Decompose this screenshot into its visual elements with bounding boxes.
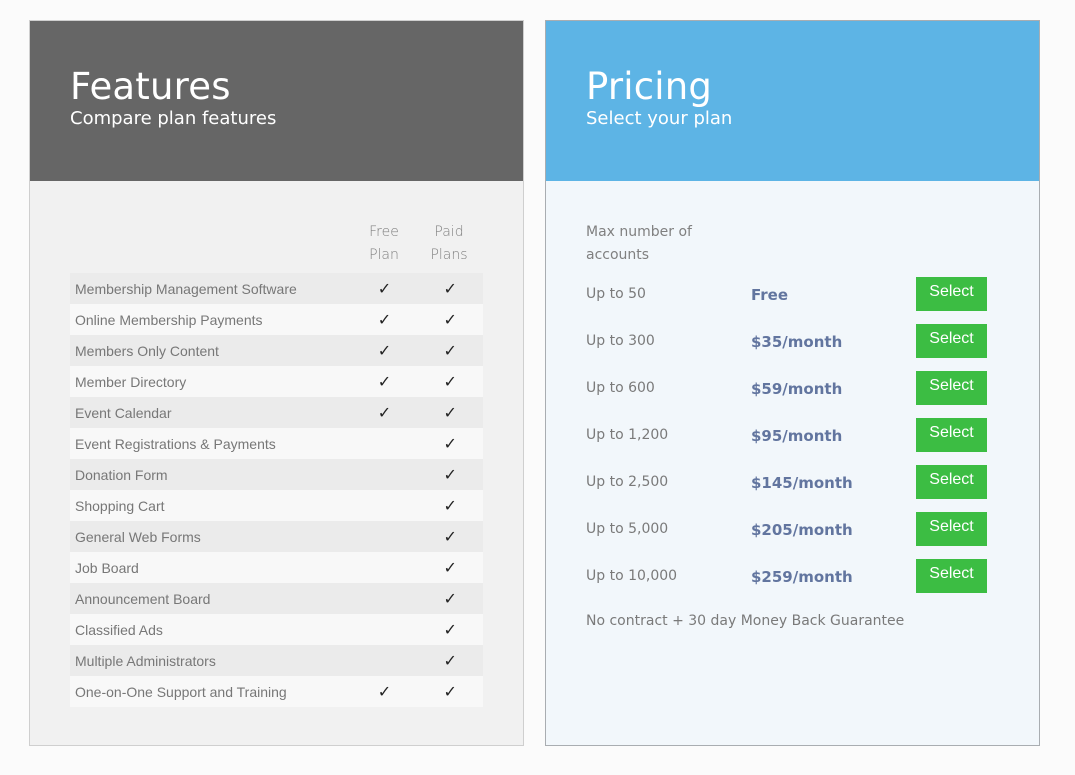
feature-name: Members Only Content — [75, 342, 219, 359]
plan-price: $59/month — [751, 380, 843, 398]
feature-row: Membership Management Software ✓ ✓ — [70, 273, 483, 304]
check-icon: ✓ — [443, 497, 457, 515]
feature-row: Multiple Administrators ✓ — [70, 645, 483, 676]
column-header-free-plan: Free Plan — [355, 221, 413, 271]
features-subtitle: Compare plan features — [70, 108, 277, 129]
feature-row: Event Registrations & Payments ✓ — [70, 428, 483, 459]
column-header-line: Plans — [430, 247, 468, 263]
feature-name: Member Directory — [75, 373, 187, 390]
pricing-title: Pricing — [586, 65, 713, 108]
plan-price: $95/month — [751, 427, 843, 445]
feature-name: Classified Ads — [75, 621, 163, 638]
features-table: Membership Management Software ✓ ✓ Online M… — [70, 273, 483, 707]
feature-row: Announcement Board ✓ — [70, 583, 483, 614]
feature-row: Online Membership Payments ✓ ✓ — [70, 304, 483, 335]
feature-row: Member Directory ✓ ✓ — [70, 366, 483, 397]
feature-name: Membership Management Software — [75, 280, 297, 297]
pricing-header: Pricing Select your plan — [546, 21, 1039, 181]
features-panel: Features Compare plan features Free Plan… — [29, 20, 524, 746]
plan-price: $259/month — [751, 568, 853, 586]
feature-name: Job Board — [75, 559, 139, 576]
plan-accounts: Up to 10,000 — [586, 568, 678, 584]
pricing-subtitle: Select your plan — [586, 108, 733, 129]
check-icon: ✓ — [377, 404, 392, 422]
feature-name: General Web Forms — [75, 528, 201, 545]
plan-row: Up to 5,000 $205/month Select — [586, 512, 1006, 559]
guarantee-text: No contract + 30 day Money Back Guarante… — [586, 613, 905, 629]
check-icon: ✓ — [443, 652, 457, 670]
check-icon: ✓ — [443, 590, 457, 608]
max-accounts-header-line: Max number of — [586, 224, 692, 240]
check-icon: ✓ — [443, 373, 457, 391]
column-header-line: Free — [369, 224, 399, 240]
select-plan-button[interactable]: Select — [916, 324, 987, 358]
feature-name: Online Membership Payments — [75, 311, 263, 328]
plan-accounts: Up to 600 — [586, 380, 655, 396]
features-header: Features Compare plan features — [30, 21, 523, 181]
plan-row: Up to 2,500 $145/month Select — [586, 465, 1006, 512]
pricing-table: Up to 50 Free Select Up to 300 $35/month Sele… — [586, 277, 1006, 606]
select-plan-button[interactable]: Select — [916, 418, 987, 452]
feature-row: Classified Ads ✓ — [70, 614, 483, 645]
select-plan-button[interactable]: Select — [916, 559, 987, 593]
max-accounts-header: Max number of accounts — [586, 221, 716, 267]
column-header-line: Plan — [369, 247, 399, 263]
plan-accounts: Up to 50 — [586, 286, 646, 302]
check-icon: ✓ — [443, 683, 457, 701]
column-header-paid-plans: Paid Plans — [420, 221, 478, 271]
feature-row: Job Board ✓ — [70, 552, 483, 583]
plan-accounts: Up to 300 — [586, 333, 655, 349]
plan-row: Up to 1,200 $95/month Select — [586, 418, 1006, 465]
check-icon: ✓ — [377, 373, 392, 391]
feature-name: Event Registrations & Payments — [75, 435, 276, 452]
feature-name: Donation Form — [75, 466, 168, 483]
check-icon: ✓ — [377, 311, 392, 329]
pricing-panel: Pricing Select your plan Max number of a… — [545, 20, 1040, 746]
plan-accounts: Up to 5,000 — [586, 521, 669, 537]
feature-row: Members Only Content ✓ ✓ — [70, 335, 483, 366]
feature-name: Event Calendar — [75, 404, 172, 421]
select-plan-button[interactable]: Select — [916, 371, 987, 405]
plan-row: Up to 50 Free Select — [586, 277, 1006, 324]
check-icon: ✓ — [443, 404, 457, 422]
plan-price: $35/month — [751, 333, 843, 351]
feature-row: Event Calendar ✓ ✓ — [70, 397, 483, 428]
plan-row: Up to 300 $35/month Select — [586, 324, 1006, 371]
select-plan-button[interactable]: Select — [916, 277, 987, 311]
feature-name: Announcement Board — [75, 590, 211, 607]
feature-name: Multiple Administrators — [75, 652, 216, 669]
features-title: Features — [70, 65, 231, 108]
check-icon: ✓ — [377, 342, 392, 360]
check-icon: ✓ — [443, 466, 457, 484]
column-header-line: Paid — [434, 224, 464, 240]
check-icon: ✓ — [443, 342, 457, 360]
check-icon: ✓ — [443, 528, 457, 546]
select-plan-button[interactable]: Select — [916, 465, 987, 499]
check-icon: ✓ — [443, 311, 457, 329]
plan-row: Up to 10,000 $259/month Select — [586, 559, 1006, 606]
check-icon: ✓ — [377, 683, 392, 701]
plan-price: $145/month — [751, 474, 853, 492]
check-icon: ✓ — [377, 280, 392, 298]
check-icon: ✓ — [443, 559, 457, 577]
max-accounts-header-line: accounts — [586, 247, 650, 263]
check-icon: ✓ — [443, 435, 457, 453]
feature-row: General Web Forms ✓ — [70, 521, 483, 552]
feature-row: Donation Form ✓ — [70, 459, 483, 490]
feature-row: Shopping Cart ✓ — [70, 490, 483, 521]
check-icon: ✓ — [443, 621, 457, 639]
check-icon: ✓ — [443, 280, 457, 298]
plan-accounts: Up to 1,200 — [586, 427, 669, 443]
plan-row: Up to 600 $59/month Select — [586, 371, 1006, 418]
feature-name: One-on-One Support and Training — [75, 683, 287, 700]
plan-price: Free — [751, 286, 789, 304]
plan-accounts: Up to 2,500 — [586, 474, 669, 490]
select-plan-button[interactable]: Select — [916, 512, 987, 546]
feature-name: Shopping Cart — [75, 497, 165, 514]
feature-row: One-on-One Support and Training ✓ ✓ — [70, 676, 483, 707]
plan-price: $205/month — [751, 521, 853, 539]
